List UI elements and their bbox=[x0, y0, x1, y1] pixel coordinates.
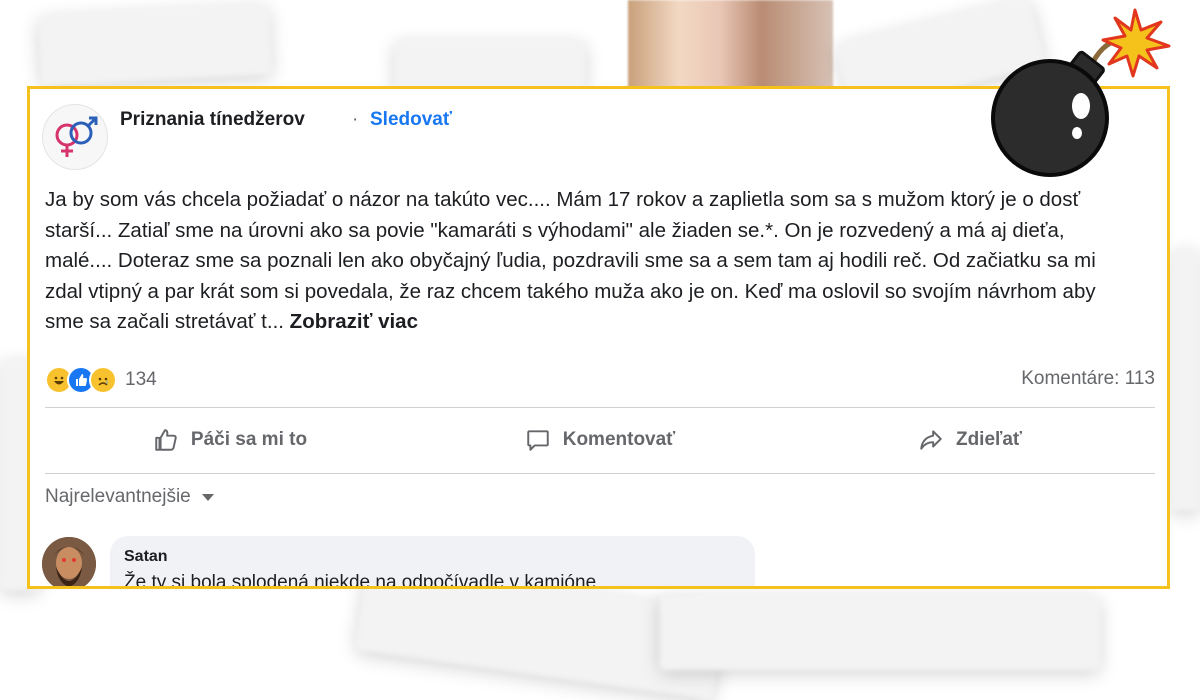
background-photo bbox=[628, 0, 833, 92]
background-card bbox=[38, 4, 272, 86]
background-card bbox=[660, 595, 1100, 670]
caret-down-icon bbox=[201, 494, 214, 501]
sort-label: Najrelevantnejšie bbox=[45, 486, 191, 507]
background-card bbox=[1170, 250, 1200, 510]
like-label: Páči sa mi to bbox=[190, 429, 308, 450]
comment-button[interactable]: Komentovať bbox=[415, 409, 785, 471]
like-button[interactable]: Páči sa mi to bbox=[45, 409, 415, 471]
page-avatar[interactable] bbox=[42, 104, 108, 170]
post-text: Ja by som vás chcela požiadať o názor na… bbox=[45, 188, 1096, 333]
separator-dot: · bbox=[352, 109, 359, 130]
post-actions: Páči sa mi to Komentovať Zdieľať bbox=[45, 409, 1155, 471]
comment-icon bbox=[526, 430, 549, 451]
share-label: Zdieľať bbox=[955, 429, 1023, 450]
comment-author[interactable]: Satan bbox=[124, 548, 741, 566]
divider bbox=[45, 407, 1155, 408]
share-icon bbox=[920, 430, 942, 450]
divider bbox=[45, 473, 1155, 474]
bomb-icon bbox=[991, 8, 1171, 177]
share-button[interactable]: Zdieľať bbox=[785, 409, 1155, 471]
comments-count[interactable]: Komentáre: 113 bbox=[1021, 368, 1155, 390]
post-body: Ja by som vás chcela požiadať o názor na… bbox=[45, 185, 1125, 338]
thumbs-up-icon bbox=[155, 429, 177, 451]
commenter-avatar[interactable] bbox=[42, 537, 96, 586]
gender-symbols-logo bbox=[55, 116, 98, 157]
sad-icon bbox=[89, 366, 117, 394]
reaction-count: 134 bbox=[125, 369, 157, 390]
comment-sort-dropdown[interactable]: Najrelevantnejšie bbox=[45, 486, 215, 508]
see-more-link[interactable]: Zobraziť viac bbox=[290, 310, 418, 333]
comment-text: Že ty si bola splodená niekde na odpočív… bbox=[124, 572, 597, 589]
comment-label: Komentovať bbox=[562, 429, 676, 450]
page-name[interactable]: Priznania tínedžerov bbox=[120, 109, 305, 131]
comment-bubble: Satan Že ty si bola splodená niekde na o… bbox=[110, 536, 755, 589]
follow-button[interactable]: Sledovať bbox=[370, 109, 452, 131]
reaction-summary[interactable]: 134 bbox=[45, 365, 157, 395]
